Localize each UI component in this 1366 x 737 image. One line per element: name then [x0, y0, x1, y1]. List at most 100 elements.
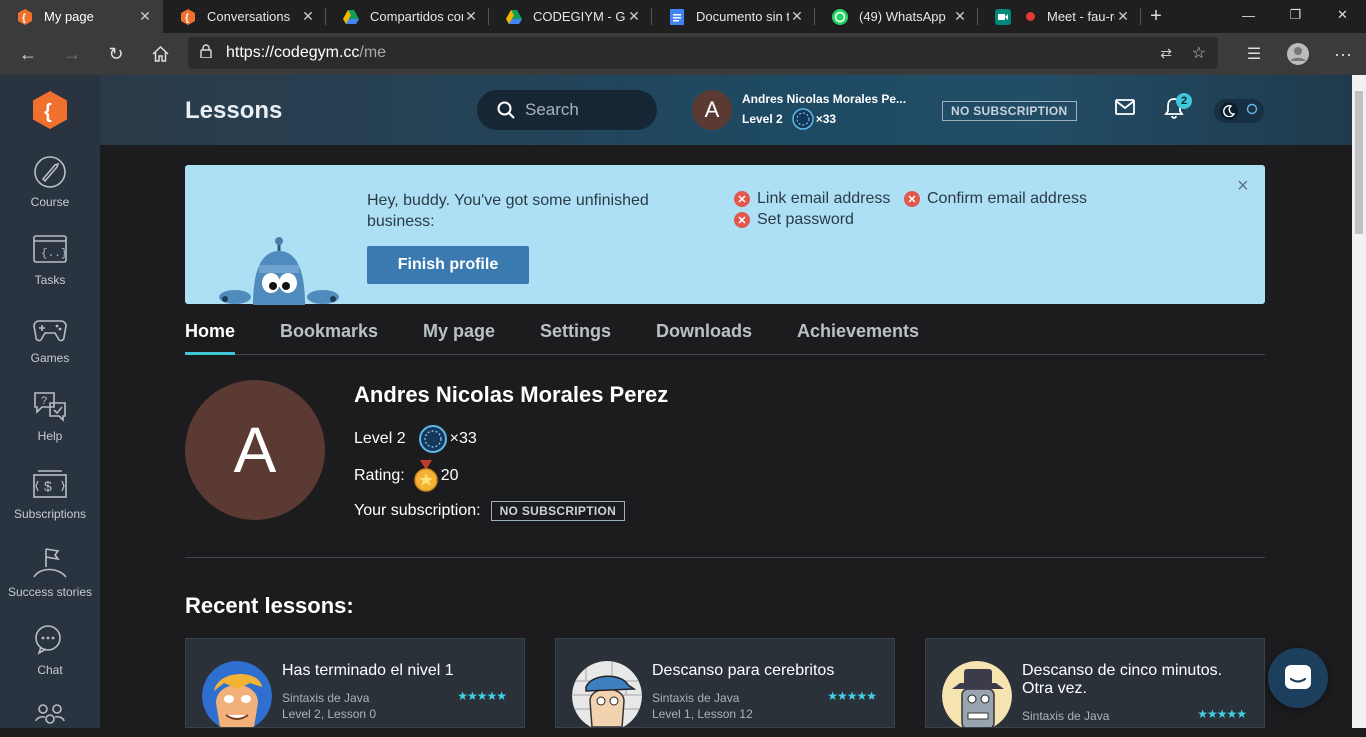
sidebar-item-label: Course [30, 195, 70, 209]
search-input[interactable]: Search [477, 90, 657, 130]
lesson-title: Descanso para cerebritos [652, 662, 835, 679]
sidebar-item-label: Subscriptions [13, 507, 87, 521]
task-confirm-email[interactable]: ✕ Confirm email address [904, 190, 1087, 208]
home-icon[interactable] [138, 36, 182, 72]
rating-stars: ★★★★★ [1197, 707, 1247, 721]
close-tab-icon[interactable]: ✕ [137, 8, 153, 25]
notifications-button[interactable]: 2 [1164, 93, 1192, 124]
lesson-avatar-image [202, 661, 272, 727]
sidebar-item-chat[interactable]: Chat [0, 623, 100, 677]
svg-text:{: { [185, 13, 189, 24]
unfinished-profile-banner: Hey, buddy. You've got some unfinished b… [185, 165, 1265, 305]
task-link-email[interactable]: ✕ Link email address [734, 190, 890, 208]
sidebar-item-label: Success stories [7, 585, 93, 599]
drive-icon [506, 9, 522, 25]
browser-tab-conversations[interactable]: { Conversations ✕ [163, 0, 326, 33]
user-level: Level 2 ×33 [742, 108, 836, 130]
close-tab-icon[interactable]: ✕ [952, 8, 968, 25]
tab-bookmarks[interactable]: Bookmarks [280, 321, 378, 342]
address-field[interactable]: https://codegym.cc/me ⇄ ☆ [188, 37, 1218, 69]
close-tab-icon[interactable]: ✕ [626, 8, 642, 25]
favorite-star-icon[interactable]: ☆ [1192, 43, 1206, 63]
profile-icon[interactable] [1276, 36, 1320, 72]
lesson-title: Descanso de cinco minutos. Otra vez. [1022, 662, 1223, 697]
browser-tab-docs[interactable]: Documento sin tít ✕ [652, 0, 815, 33]
code-window-icon: {..} [33, 235, 67, 263]
reload-icon[interactable]: ↻ [94, 36, 138, 72]
sidebar-item-community[interactable] [0, 701, 100, 737]
page-scrollbar[interactable] [1352, 75, 1366, 728]
browser-tab-strip: { My page ✕ { Conversations ✕ Compartido… [0, 0, 1366, 33]
sidebar-item-course[interactable]: Course [0, 155, 100, 209]
subscription-badge[interactable]: NO SUBSCRIPTION [942, 101, 1077, 121]
meet-icon [995, 8, 1011, 25]
gem-count: ×33 [449, 430, 477, 447]
close-tab-icon[interactable]: ✕ [463, 8, 479, 25]
browser-tab-whatsapp[interactable]: (49) WhatsApp ✕ [815, 0, 978, 33]
chat-icon [1285, 665, 1311, 689]
avatar[interactable]: A [692, 90, 732, 130]
profile-avatar[interactable]: A [185, 380, 325, 520]
tab-downloads[interactable]: Downloads [656, 321, 752, 342]
lesson-number: Level 2, Lesson 0 [282, 707, 377, 721]
browser-tab-meet[interactable]: Meet - fau-ro ✕ [978, 0, 1141, 33]
more-menu-icon[interactable]: ··· [1320, 36, 1366, 72]
drive-icon [343, 9, 359, 25]
browser-tab-drive-shared[interactable]: Compartidos conm ✕ [326, 0, 489, 33]
subscription-badge[interactable]: NO SUBSCRIPTION [490, 501, 626, 521]
finish-profile-button[interactable]: Finish profile [367, 246, 529, 284]
sidebar-item-label: Chat [37, 663, 63, 677]
error-x-icon: ✕ [734, 191, 750, 207]
help-chat-icon: ? [34, 392, 66, 422]
window-close-icon[interactable]: ✕ [1319, 0, 1366, 30]
support-chat-button[interactable] [1268, 648, 1328, 708]
svg-text:$: $ [44, 478, 52, 494]
lesson-course: Sintaxis de Java [282, 691, 370, 705]
lesson-card[interactable]: Descanso de cinco minutos. Otra vez. Sin… [925, 638, 1265, 728]
lesson-card[interactable]: Descanso para cerebritos Sintaxis de Jav… [555, 638, 895, 728]
close-tab-icon[interactable]: ✕ [1115, 8, 1131, 25]
back-icon[interactable]: ← [6, 36, 50, 72]
mail-icon[interactable] [1115, 99, 1135, 115]
forward-icon[interactable]: → [50, 36, 94, 72]
user-name[interactable]: Andres Nicolas Morales Pe... [742, 92, 906, 106]
restore-icon[interactable]: ❐ [1272, 0, 1319, 30]
tab-label: My page [44, 9, 94, 24]
error-x-icon: ✕ [904, 191, 920, 207]
task-set-password[interactable]: ✕ Set password [734, 211, 854, 229]
tab-label: Documento sin tít [696, 9, 789, 24]
sidebar-item-tasks[interactable]: {..} Tasks [0, 233, 100, 287]
docs-icon [669, 8, 685, 25]
whatsapp-icon [832, 8, 848, 25]
browser-toolbar: ← → ↻ https://codegym.cc/me ⇄ ☆ ☰ ··· [0, 33, 1366, 75]
url-path: /me [359, 44, 387, 61]
browser-tab-my-page[interactable]: { My page ✕ [0, 0, 163, 33]
favorites-icon[interactable]: ☰ [1232, 36, 1276, 72]
sidebar-item-help[interactable]: ? Help [0, 389, 100, 443]
tab-home[interactable]: Home [185, 321, 236, 355]
close-tab-icon[interactable]: ✕ [300, 8, 316, 25]
lesson-card[interactable]: Has terminado el nivel 1 Sintaxis de Jav… [185, 638, 525, 728]
browser-tab-drive-codegiym[interactable]: CODEGIYM - Goo ✕ [489, 0, 652, 33]
tab-my-page[interactable]: My page [423, 321, 495, 342]
tab-settings[interactable]: Settings [540, 321, 611, 342]
sidebar-item-games[interactable]: Games [0, 311, 100, 365]
search-placeholder: Search [525, 100, 579, 119]
close-tab-icon[interactable]: ✕ [789, 8, 805, 25]
new-tab-button[interactable]: + [1141, 0, 1171, 33]
close-banner-icon[interactable]: × [1237, 175, 1249, 198]
translate-icon[interactable]: ⇄ [1160, 45, 1172, 62]
sidebar-item-label: Help [37, 429, 63, 443]
minimize-icon[interactable]: — [1225, 0, 1272, 30]
sidebar-item-success-stories[interactable]: Success stories [0, 545, 100, 599]
tab-label: CODEGIYM - Goo [533, 9, 626, 24]
tab-achievements[interactable]: Achievements [797, 321, 919, 342]
tab-label: Meet - fau-ro [1047, 9, 1115, 24]
rating-stars: ★★★★★ [457, 689, 507, 703]
gem-icon [418, 425, 447, 453]
theme-toggle[interactable] [1214, 99, 1264, 123]
tab-label: Conversations [207, 9, 291, 24]
codegym-logo[interactable]: { [33, 91, 67, 129]
gem-icon [791, 108, 814, 130]
sidebar-item-subscriptions[interactable]: $ Subscriptions [0, 467, 100, 521]
